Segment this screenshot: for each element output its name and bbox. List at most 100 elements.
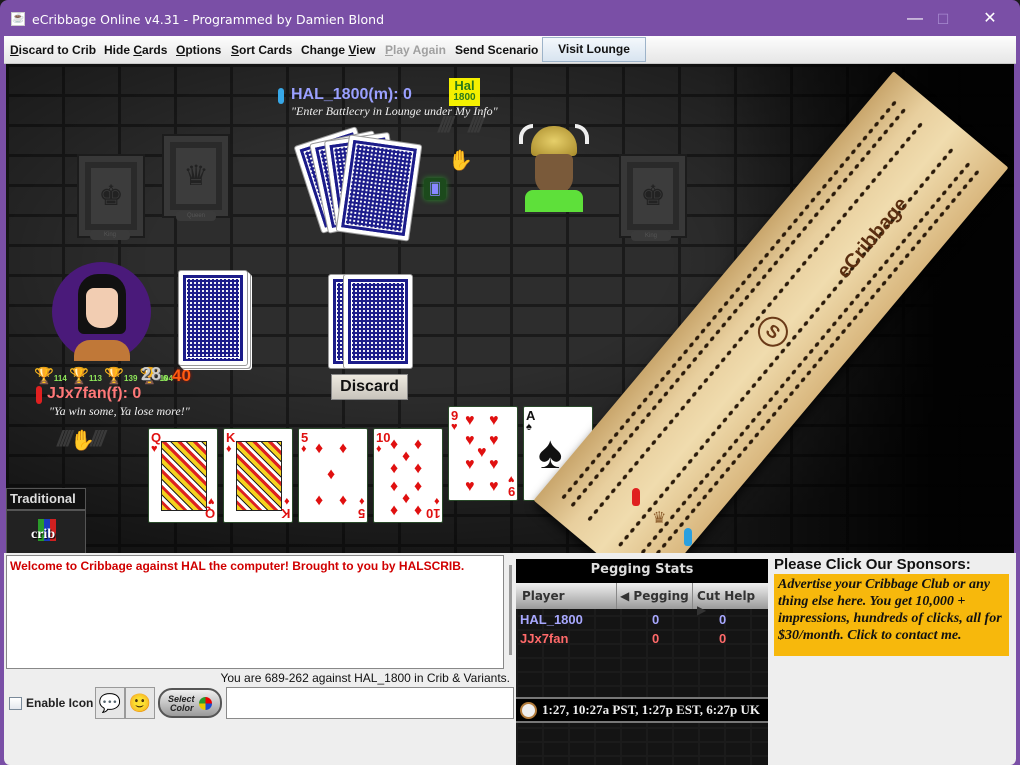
viking-face-icon xyxy=(535,154,573,194)
stats-row: HAL_1800 0 0 xyxy=(516,611,768,629)
menu-options[interactable]: Options xyxy=(176,43,221,57)
blue-peg-icon xyxy=(278,88,284,104)
menu-sort-cards[interactable]: Sort Cards xyxy=(231,43,292,57)
speech-bubble-button[interactable]: 💬 xyxy=(95,687,125,719)
menu-discard-to-crib[interactable]: Discard to Crib xyxy=(10,43,96,57)
visit-lounge-button[interactable]: Visit Lounge xyxy=(542,37,646,62)
avatar-shirt xyxy=(74,340,130,361)
column-pegging[interactable]: ◀ Pegging xyxy=(620,589,689,603)
silver-trophy-icon: 🏆 xyxy=(69,368,89,385)
close-button[interactable]: ✕ xyxy=(975,8,1005,30)
lower-panel: Welcome to Cribbage against HAL the comp… xyxy=(4,553,1016,765)
card-rank: 9 xyxy=(507,484,515,499)
pegging-stats-panel: Pegging Stats Player ◀ Pegging Cut Help … xyxy=(516,559,768,765)
wall-portrait-king-right: ♚ xyxy=(621,156,685,236)
win-streak: 40 xyxy=(172,366,191,385)
pegging-stats-title: Pegging Stats xyxy=(516,559,768,583)
diamond-suit-icon: ♦ xyxy=(434,495,440,507)
wall-portrait-queen: ♛ xyxy=(164,136,228,216)
menu-change-view[interactable]: Change View xyxy=(301,43,375,57)
clock-text: 1:27, 10:27a PST, 1:27p EST, 6:27p UK xyxy=(542,702,761,717)
card-rank: 10 xyxy=(425,506,440,521)
opponent-name-score[interactable]: HAL_1800(m): 0 xyxy=(291,86,412,104)
hand-card-ten-diamonds[interactable]: 10 ♦ ♦ ♦ ♦ ♦ ♦ ♦ ♦ ♦ ♦ ♦ ♦ 10 xyxy=(373,428,443,523)
player-avatar[interactable] xyxy=(52,262,151,361)
scroll-thumb[interactable] xyxy=(509,565,512,655)
chat-scrollbar[interactable] xyxy=(506,555,516,669)
clock-icon xyxy=(520,702,537,719)
portrait-plaque: King xyxy=(90,230,130,240)
game-mode-label: Traditional xyxy=(6,488,86,510)
player-level-sub: 6 xyxy=(163,374,168,383)
player-level: 28 xyxy=(141,364,162,384)
king-face-art xyxy=(236,441,282,511)
enable-icon-label: Enable Icon xyxy=(26,696,94,710)
opponent-card-back xyxy=(335,134,423,242)
chat-message: Welcome to Cribbage against HAL the comp… xyxy=(10,559,465,573)
game-table: ♚ King ♛ Queen ♚ King //// //// ✋ //// /… xyxy=(6,64,1014,554)
diamond-pip: ♦ xyxy=(339,492,348,509)
card-rank: Q xyxy=(204,506,215,521)
badge-label: Hal xyxy=(454,78,475,93)
head-to-head-record: You are 689-262 against HAL_1800 in Crib… xyxy=(220,671,510,685)
crown-icon: ♛ xyxy=(652,510,667,527)
card-rank: 5 xyxy=(357,506,365,521)
color-wheel-icon xyxy=(199,697,212,710)
heart-suit-icon: ♥ xyxy=(208,495,215,507)
pegging-stats-header: Player ◀ Pegging Cut Help ▶ xyxy=(516,583,768,617)
app-window: ☕ eCribbage Online v4.31 - Programmed by… xyxy=(0,0,1020,765)
diamond-suit-icon: ♦ xyxy=(284,495,290,507)
checkbox-box[interactable] xyxy=(9,697,22,711)
diamond-suit-icon: ♦ xyxy=(376,443,382,455)
stats-pegging: 0 xyxy=(652,612,660,627)
deck[interactable] xyxy=(178,270,248,366)
hand-card-five-diamonds[interactable]: 5 ♦ ♦ ♦ ♦ ♦ ♦ ♦ 5 xyxy=(298,428,368,523)
queen-face-art xyxy=(161,441,207,511)
blue-player-peg xyxy=(684,528,692,546)
diamond-suit-icon: ♦ xyxy=(226,443,232,455)
maximize-button[interactable]: ☐ xyxy=(928,8,958,30)
trophy-count: 114 xyxy=(53,374,67,383)
enable-icon-checkbox[interactable]: Enable Icon xyxy=(9,696,94,711)
column-player: Player xyxy=(522,589,565,603)
player-name-score[interactable]: JJx7fan(f): 0 xyxy=(47,385,141,403)
avatar-face xyxy=(86,288,118,328)
diamond-pip: ♦ xyxy=(339,440,348,457)
trophy-count: 113 xyxy=(88,374,102,383)
tally-marks: //// xyxy=(57,426,73,451)
stats-player: JJx7fan xyxy=(520,631,569,646)
diamond-pip: ♦ xyxy=(315,492,324,509)
minimize-button[interactable]: — xyxy=(900,8,930,30)
diamond-pip: ♦ xyxy=(327,466,336,483)
opponent-battlecry: "Enter Battlecry in Lounge under My Info… xyxy=(291,104,498,118)
emoticon-button[interactable]: 🙂 xyxy=(125,687,155,719)
horn-icon xyxy=(575,124,589,144)
menu-bar: Discard to Crib Hide Cards Options Sort … xyxy=(4,36,1016,64)
menu-hide-cards[interactable]: Hide Cards xyxy=(104,43,167,57)
hand-card-nine-hearts-selected[interactable]: 9 ♥ ♥ ♥ ♥ ♥ ♥ ♥ ♥ ♥ ♥ ♥ 9 xyxy=(448,406,518,501)
time-display: 1:27, 10:27a PST, 1:27p EST, 6:27p UK xyxy=(516,697,768,723)
chat-input[interactable] xyxy=(226,687,514,719)
chat-log: Welcome to Cribbage against HAL the comp… xyxy=(6,555,504,669)
trophy-count: 139 xyxy=(124,374,138,383)
hand-card-queen-hearts[interactable]: Q ♥ ♥ Q xyxy=(148,428,218,523)
stats-cut-help: 0 xyxy=(719,612,727,627)
opponent-avatar[interactable] xyxy=(519,124,589,220)
diamond-suit-icon: ♦ xyxy=(301,443,307,455)
menu-send-scenario[interactable]: Send Scenario xyxy=(455,43,538,57)
heart-suit-icon: ♥ xyxy=(508,473,515,485)
stats-pegging: 0 xyxy=(652,631,660,646)
green-collar-icon xyxy=(525,190,583,212)
stats-cut-help: 0 xyxy=(719,631,727,646)
spade-suit-icon: ♠ xyxy=(526,421,532,433)
stats-player: HAL_1800 xyxy=(520,612,583,627)
diamond-suit-icon: ♦ xyxy=(359,495,365,507)
speech-bubble-icon: 💬 xyxy=(98,693,122,713)
red-peg-icon xyxy=(36,386,42,404)
select-color-button[interactable]: Select Color xyxy=(158,688,222,718)
heart-suit-icon: ♥ xyxy=(451,421,458,433)
discard-button[interactable]: Discard xyxy=(331,374,408,400)
hand-card-king-diamonds[interactable]: K ♦ ♦ K xyxy=(223,428,293,523)
crib-mode-icon[interactable]: crib xyxy=(6,510,86,554)
sponsor-ad[interactable]: Advertise your Cribbage Club or any thin… xyxy=(774,574,1009,656)
